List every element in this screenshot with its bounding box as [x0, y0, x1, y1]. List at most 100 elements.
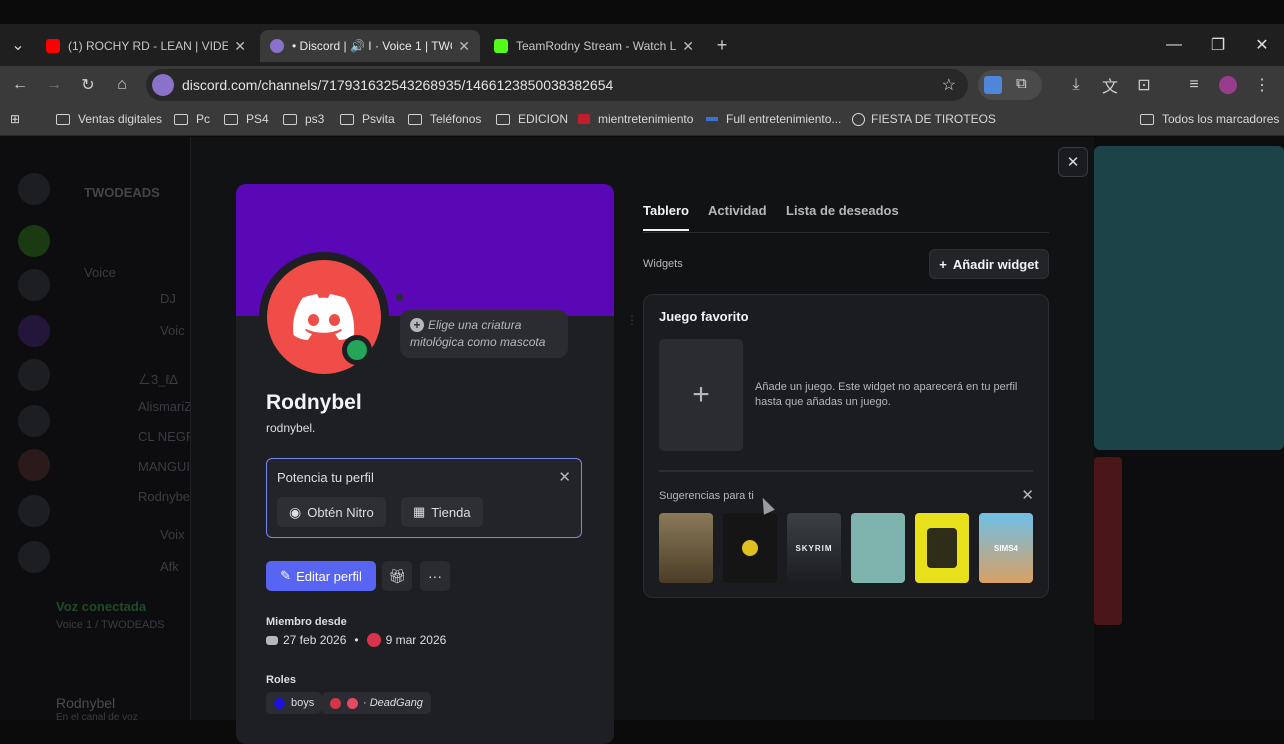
server-small-icon — [366, 633, 381, 647]
role-color-dot — [330, 697, 341, 709]
server-icon[interactable] — [18, 449, 50, 481]
bookmark-star-icon[interactable]: ☆ — [942, 75, 956, 95]
bookmark-psvita[interactable]: Psvita — [340, 112, 395, 126]
game-cover-hearts-of-iron[interactable] — [659, 513, 713, 583]
reload-icon[interactable]: ↻ — [76, 73, 100, 97]
window-close-icon[interactable]: ✕ — [1240, 24, 1284, 66]
close-modal-icon[interactable]: ✕ — [1058, 147, 1088, 177]
folder-icon — [408, 113, 422, 125]
tab-label: • Discord | 🔊 I · Voice 1 | TWODEADS — [292, 39, 452, 53]
discover-icon[interactable] — [18, 541, 50, 573]
bookmark-label: PS4 — [246, 112, 269, 126]
new-tab-plus-icon[interactable]: + — [710, 33, 734, 57]
browser-toolbar: ← → ↻ ⌂ discord.com/channels/71793163254… — [0, 66, 1284, 104]
stream-tile[interactable] — [1094, 146, 1284, 450]
nitro-upsell-title: Potencia tu perfil — [277, 470, 374, 485]
close-tab-icon[interactable]: ✕ — [682, 38, 694, 55]
bookmark-telefonos[interactable]: Teléfonos — [408, 112, 481, 126]
close-tab-icon[interactable]: ✕ — [234, 38, 246, 55]
browser-tab-discord[interactable]: • Discord | 🔊 I · Voice 1 | TWODEADS ✕ — [260, 30, 480, 62]
download-icon[interactable]: ⤓ — [1064, 73, 1088, 97]
minimize-icon[interactable]: — — [1152, 24, 1196, 66]
url-text: discord.com/channels/717931632543268935/… — [182, 77, 614, 93]
translate-extension-icon[interactable] — [984, 76, 1002, 94]
channel-dj[interactable]: DJ — [160, 291, 176, 306]
server-icon[interactable] — [18, 269, 50, 301]
home-icon[interactable]: ⌂ — [110, 73, 134, 97]
bookmark-full-entretenimiento[interactable]: Full entretenimiento... — [706, 112, 841, 126]
gift-button[interactable]: 🎁︎ — [382, 561, 412, 591]
channel-voic[interactable]: Voic — [160, 323, 185, 338]
stream-tile[interactable] — [1094, 457, 1122, 625]
game-cover-cyberpunk[interactable] — [915, 513, 969, 583]
bookmark-pc[interactable]: Pc — [174, 112, 210, 126]
user-panel-name[interactable]: Rodnybel — [56, 695, 115, 711]
role-badge[interactable]: · DeadGang — [322, 692, 431, 714]
edit-profile-button[interactable]: ✎ Editar perfil — [266, 561, 376, 591]
favorite-game-title: Juego favorito — [659, 309, 749, 324]
server-icon[interactable] — [18, 359, 50, 391]
bookmark-ps3[interactable]: ps3 — [283, 112, 324, 126]
voice-member[interactable]: Rodnybe — [138, 489, 190, 504]
tab-wishlist[interactable]: Lista de deseados — [786, 203, 899, 218]
role-name: · DeadGang — [363, 697, 423, 709]
channel-afk[interactable]: Afk — [160, 559, 179, 574]
get-nitro-button[interactable]: ◉ Obtén Nitro — [277, 497, 386, 527]
channel-voice[interactable]: Voice — [84, 265, 116, 280]
maximize-icon[interactable]: ❐ — [1196, 24, 1240, 66]
browser-tab-youtube[interactable]: (1) ROCHY RD - LEAN | VIDEO OFICIAL ✕ — [36, 30, 256, 62]
more-options-button[interactable]: ··· — [420, 561, 450, 591]
bookmark-ventas[interactable]: Ventas digitales — [56, 112, 162, 126]
folder-icon — [174, 113, 188, 125]
channel-voix[interactable]: Voix — [160, 527, 185, 542]
add-game-button[interactable]: + — [659, 339, 743, 451]
pet-prompt-bubble[interactable]: + Elige una criatura mitológica como masc… — [400, 310, 568, 358]
bookmark-mientretenimiento[interactable]: mientretenimiento — [578, 112, 693, 126]
voice-member[interactable]: AlismariZ — [138, 399, 192, 414]
close-tab-icon[interactable]: ✕ — [458, 38, 470, 55]
game-cover-skyrim[interactable]: SKYRIM — [787, 513, 841, 583]
dismiss-suggestions-icon[interactable]: ✕ — [1021, 486, 1034, 504]
split-view-icon[interactable]: ⊡ — [1132, 73, 1156, 97]
favorite-game-hint: Añade un juego. Este widget no aparecerá… — [755, 381, 1018, 408]
extensions-group: ⧉ — [978, 70, 1042, 100]
game-cover-4[interactable] — [851, 513, 905, 583]
media-control-icon[interactable]: ≡ — [1182, 73, 1206, 97]
tab-tablero[interactable]: Tablero — [643, 203, 689, 231]
server-name[interactable]: TWODEADS — [84, 185, 160, 200]
translate-icon[interactable]: 文 — [1098, 73, 1122, 97]
discord-home-icon[interactable] — [18, 173, 50, 205]
server-icon[interactable] — [18, 315, 50, 347]
forward-arrow-icon[interactable]: → — [42, 73, 66, 97]
bookmark-edicion[interactable]: EDICION — [496, 112, 568, 126]
bookmark-ps4[interactable]: PS4 — [224, 112, 269, 126]
role-badge[interactable]: boys — [266, 692, 323, 714]
dismiss-upsell-icon[interactable]: ✕ — [558, 468, 571, 486]
voice-member[interactable]: CL NEGR — [138, 429, 195, 444]
roles-label: Roles — [266, 674, 296, 686]
puzzle-extensions-icon[interactable]: ⧉ — [1016, 75, 1027, 92]
pet-prompt-text: Elige una criatura mitológica como masco… — [410, 318, 546, 349]
bookmark-fiesta-tiroteos[interactable]: FIESTA DE TIROTEOS — [852, 112, 996, 126]
add-server-icon[interactable] — [18, 495, 50, 527]
menu-dots-icon[interactable]: ⋮ — [1250, 73, 1274, 97]
username: rodnybel. — [266, 421, 316, 435]
shop-button[interactable]: ▦ Tienda — [401, 497, 483, 527]
back-arrow-icon[interactable]: ← — [8, 73, 32, 97]
address-bar[interactable]: discord.com/channels/717931632543268935/… — [146, 69, 968, 101]
tab-search-chevron-icon[interactable]: ⌄ — [6, 33, 30, 57]
apps-grid-icon[interactable]: ⊞ — [10, 112, 20, 126]
game-cover-2[interactable] — [723, 513, 777, 583]
tab-actividad[interactable]: Actividad — [708, 203, 767, 218]
server-icon[interactable] — [18, 405, 50, 437]
all-bookmarks[interactable]: Todos los marcadores — [1140, 112, 1279, 126]
browser-tab-kick[interactable]: TeamRodny Stream - Watch Live ✕ — [484, 30, 704, 62]
game-cover-sims4[interactable]: SIMS4 — [979, 513, 1033, 583]
server-icon[interactable] — [18, 225, 50, 257]
site-info-icon[interactable] — [152, 74, 174, 96]
profile-avatar-icon[interactable] — [1216, 73, 1240, 97]
bookmark-label: Teléfonos — [430, 112, 482, 126]
bookmark-label: Psvita — [362, 112, 395, 126]
add-widget-button[interactable]: + Añadir widget — [929, 249, 1049, 279]
voice-member[interactable]: ㄥ3_ℓ∆ — [138, 369, 178, 388]
